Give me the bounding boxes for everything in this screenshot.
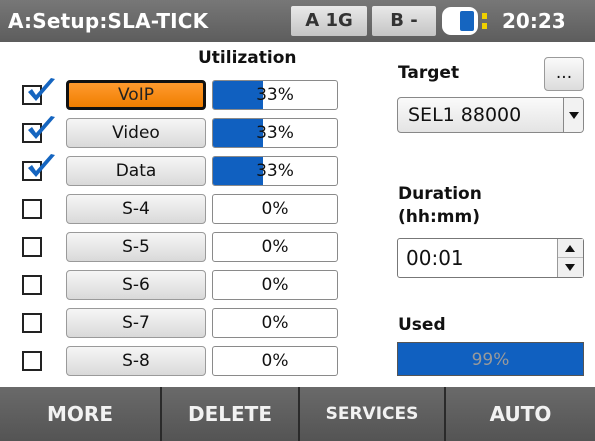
chevron-down-icon[interactable] — [563, 98, 583, 132]
clock: 20:23 — [502, 9, 566, 33]
decrement-arrow-icon[interactable] — [558, 258, 583, 277]
duration-spinbox[interactable]: 00:01 — [397, 238, 584, 278]
checkmark-icon — [28, 78, 55, 101]
service-checkbox[interactable] — [22, 199, 42, 219]
service-checkbox[interactable] — [22, 116, 55, 143]
utilization-field[interactable]: 0% — [212, 194, 338, 224]
utilization-field[interactable]: 0% — [212, 270, 338, 300]
softkey-bar: MORE DELETE SERVICES AUTO — [0, 387, 595, 441]
service-checkbox[interactable] — [22, 237, 42, 257]
service-row: Video 33% — [0, 116, 345, 150]
service-button[interactable]: S-7 — [66, 308, 206, 338]
increment-arrow-icon[interactable] — [558, 239, 583, 258]
checkmark-icon — [28, 154, 55, 177]
service-row: S-6 0% — [0, 268, 345, 302]
delete-button[interactable]: DELETE — [162, 387, 298, 441]
battery-icon — [442, 7, 490, 35]
target-browse-button[interactable]: ... — [544, 57, 584, 91]
service-checkbox[interactable] — [22, 351, 42, 371]
service-row: S-5 0% — [0, 230, 345, 264]
utilization-heading: Utilization — [198, 48, 297, 68]
service-button[interactable]: S-5 — [66, 232, 206, 262]
screen-title: A:Setup:SLA-TICK — [8, 9, 209, 33]
spinner-buttons — [557, 239, 583, 277]
utilization-value: 0% — [261, 313, 289, 333]
utilization-value: 0% — [261, 351, 289, 371]
service-button[interactable]: S-4 — [66, 194, 206, 224]
duration-value: 00:01 — [406, 246, 464, 270]
used-label: Used — [398, 315, 446, 335]
service-row: S-8 0% — [0, 344, 345, 378]
utilization-field[interactable]: 0% — [212, 346, 338, 376]
service-checkbox[interactable] — [22, 275, 42, 295]
service-row: S-7 0% — [0, 306, 345, 340]
target-select-value: SEL1 88000 — [408, 104, 522, 126]
utilization-value: 33% — [256, 85, 294, 105]
utilization-field[interactable]: 0% — [212, 308, 338, 338]
service-button[interactable]: S-8 — [66, 346, 206, 376]
used-progress-bar: 99% — [397, 342, 584, 376]
utilization-field[interactable]: 33% — [212, 118, 338, 148]
duration-unit-label: (hh:mm) — [398, 207, 480, 227]
port-a-status[interactable]: A 1G — [291, 6, 367, 36]
utilization-value: 33% — [256, 161, 294, 181]
target-label: Target — [398, 63, 460, 83]
service-button[interactable]: VoIP — [66, 80, 206, 110]
service-row: Data 33% — [0, 154, 345, 188]
auto-button[interactable]: AUTO — [446, 387, 595, 441]
target-select[interactable]: SEL1 88000 — [397, 97, 584, 133]
utilization-value: 0% — [261, 275, 289, 295]
port-b-status[interactable]: B - — [372, 6, 436, 36]
utilization-value: 0% — [261, 199, 289, 219]
service-button[interactable]: Data — [66, 156, 206, 186]
utilization-value: 33% — [256, 123, 294, 143]
service-checkbox[interactable] — [22, 313, 42, 333]
services-button[interactable]: SERVICES — [300, 387, 444, 441]
utilization-field[interactable]: 33% — [212, 156, 338, 186]
more-button[interactable]: MORE — [0, 387, 160, 441]
service-row: VoIP 33% — [0, 78, 345, 112]
service-checkbox[interactable] — [22, 78, 55, 105]
service-checkbox[interactable] — [22, 154, 55, 181]
service-button[interactable]: Video — [66, 118, 206, 148]
utilization-field[interactable]: 0% — [212, 232, 338, 262]
used-value: 99% — [471, 350, 510, 370]
checkmark-icon — [28, 116, 55, 139]
service-row: S-4 0% — [0, 192, 345, 226]
utilization-field[interactable]: 33% — [212, 80, 338, 110]
service-button[interactable]: S-6 — [66, 270, 206, 300]
title-bar: A:Setup:SLA-TICK A 1G B - 20:23 — [0, 0, 595, 42]
duration-label: Duration — [398, 184, 482, 204]
utilization-value: 0% — [261, 237, 289, 257]
